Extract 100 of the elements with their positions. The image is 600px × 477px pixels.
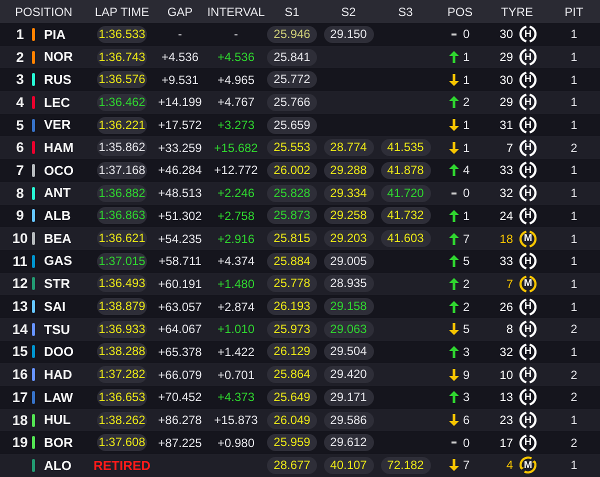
driver-code: OCO: [44, 162, 74, 180]
retired-label: RETIRED: [93, 456, 151, 475]
sector-time: 29.420: [324, 366, 374, 384]
pit-count: 2: [570, 366, 578, 384]
driver-code: STR: [44, 275, 70, 294]
position-change: 6: [463, 412, 471, 430]
gap-value: +48.513: [158, 185, 202, 202]
position-change: 5: [463, 253, 471, 270]
sector-time: 28.677: [267, 456, 317, 474]
tyre-age: 13: [500, 389, 513, 406]
driver-code: HAD: [44, 366, 72, 384]
tyre-age: 4: [506, 457, 513, 474]
pit-count: 1: [570, 72, 578, 89]
position-number: 12: [12, 274, 28, 294]
driver-code: ALB: [44, 207, 71, 226]
tyre-compound: H: [519, 320, 537, 338]
column-header: POS: [447, 4, 473, 20]
column-header: GAP: [167, 4, 193, 20]
pit-count: 1: [570, 117, 578, 134]
position-number: 11: [12, 252, 28, 271]
driver-code: VER: [44, 116, 71, 134]
tyre-compound: H: [519, 184, 537, 202]
tyre-age: 24: [500, 208, 513, 225]
sector-time: 25.873: [267, 207, 317, 224]
position-number: 13: [12, 297, 28, 316]
sector-time: 29.203: [324, 230, 374, 248]
tyre-age: 7: [506, 140, 513, 157]
tyre-age: 30: [500, 26, 513, 44]
interval-value: +2.916: [217, 230, 255, 248]
tyre-age: 30: [500, 72, 513, 89]
tyre-age: 26: [500, 298, 513, 316]
tyre-age: 32: [500, 344, 513, 361]
sector-time: 28.935: [324, 275, 374, 292]
pit-count: 2: [570, 321, 578, 338]
sector-time: 29.005: [324, 252, 374, 270]
pit-count: 1: [570, 412, 578, 430]
sector-time: 25.553: [267, 139, 317, 156]
position-change: 1: [463, 140, 471, 157]
lap-time: 1:36.743: [97, 48, 147, 66]
sector-time: 29.158: [324, 298, 374, 316]
driver-code: NOR: [44, 48, 73, 66]
lap-time: 1:37.015: [97, 252, 147, 270]
sector-time: 26.049: [267, 412, 317, 429]
position-number: 16: [12, 365, 28, 384]
gap-value: +63.057: [158, 298, 202, 316]
sector-time: 72.182: [380, 456, 430, 474]
position-change: 2: [463, 94, 471, 112]
position-number: 5: [16, 116, 24, 135]
pit-count: 1: [570, 298, 578, 316]
pit-count: 1: [570, 253, 578, 270]
sector-time: 29.171: [324, 388, 374, 406]
position-change: 1: [463, 117, 471, 134]
driver-code: HAM: [44, 139, 74, 158]
pit-count: 2: [570, 389, 578, 406]
interval-value: +4.374: [217, 253, 255, 270]
position-number: 17: [12, 388, 28, 407]
sector-time: 41.878: [380, 162, 430, 179]
pit-count: 1: [570, 230, 578, 248]
tyre-compound: H: [519, 206, 537, 225]
gap-value: +60.191: [158, 276, 202, 293]
pit-count: 1: [570, 208, 578, 225]
position-number: 8: [16, 184, 24, 203]
tyre-age: 8: [506, 321, 513, 338]
tyre-compound: H: [519, 298, 537, 316]
sector-time: 25.815: [267, 230, 317, 248]
interval-value: +4.536: [217, 49, 255, 66]
position-number: 6: [16, 138, 24, 158]
tyre-age: 32: [500, 185, 513, 202]
column-header: S3: [398, 4, 413, 20]
gap-value: -: [178, 26, 182, 44]
column-header: POSITION: [15, 4, 72, 18]
gap-value: +87.225: [158, 434, 202, 452]
lap-time: 1:37.282: [97, 366, 147, 384]
position-change: 7: [463, 457, 471, 474]
sector-time: 41.720: [380, 184, 430, 202]
column-header: S1: [284, 4, 300, 20]
pit-count: 1: [570, 185, 578, 202]
sector-time: 25.772: [267, 71, 317, 88]
gap-value: +54.235: [158, 230, 202, 248]
tyre-age: 10: [500, 366, 513, 384]
tyre-compound: H: [519, 252, 537, 270]
position-number: 1: [16, 24, 24, 44]
sector-time: 29.504: [324, 343, 374, 360]
sector-time: 29.612: [324, 434, 374, 452]
pit-count: 2: [570, 140, 578, 157]
tyre-age: 33: [500, 162, 513, 180]
sector-time: 25.778: [267, 275, 317, 292]
interval-value: +15.873: [214, 412, 258, 430]
lap-time: 1:38.262: [97, 412, 147, 429]
tyre-compound: H: [519, 161, 537, 180]
gap-value: +46.284: [158, 162, 202, 180]
tyre-age: 31: [500, 117, 513, 134]
driver-code: LAW: [44, 388, 73, 407]
position-number: 14: [12, 320, 28, 339]
gap-value: +14.199: [158, 94, 202, 112]
sector-time: 40.107: [324, 456, 374, 474]
tyre-compound: H: [519, 93, 537, 112]
position-number: 7: [16, 160, 24, 180]
tyre-compound: H: [519, 138, 537, 157]
interval-value: +2.246: [217, 185, 255, 202]
